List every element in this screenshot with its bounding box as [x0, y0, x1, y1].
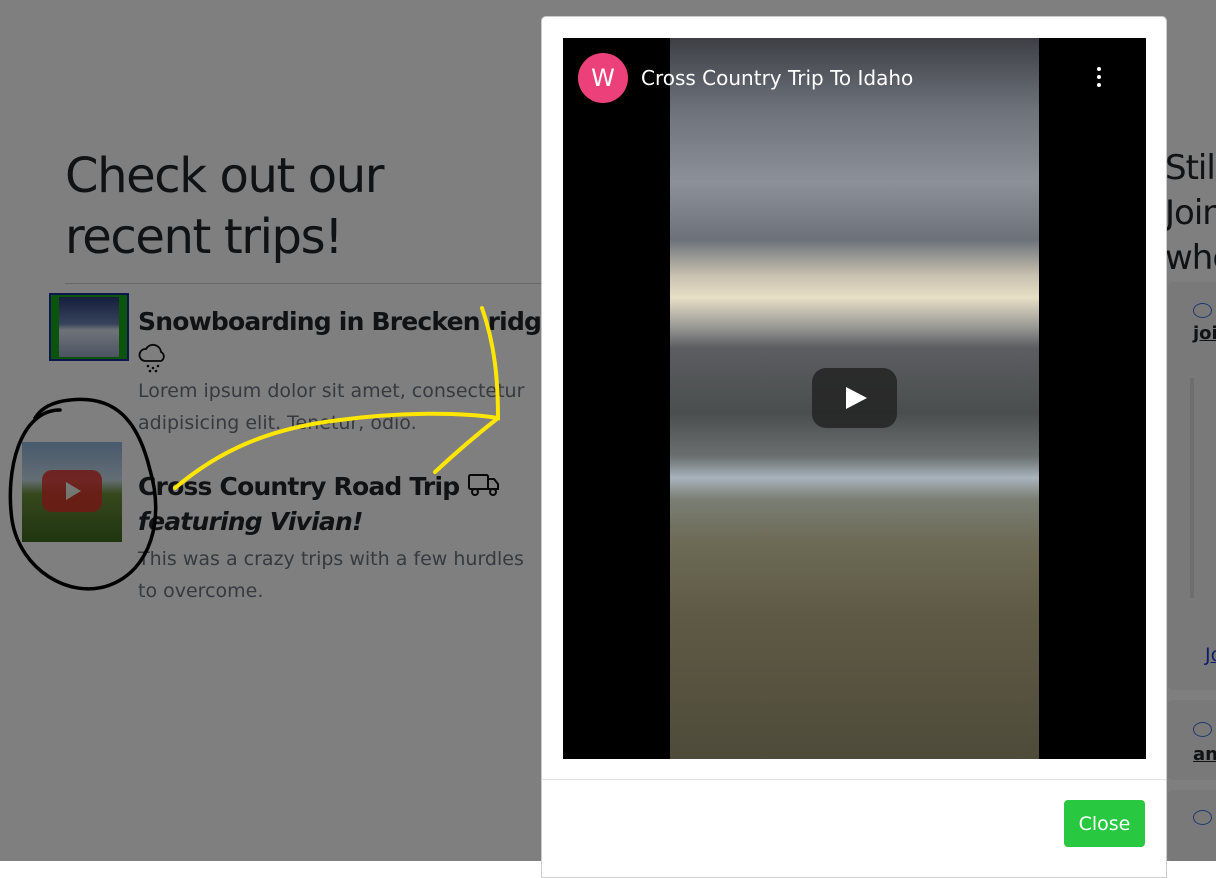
- channel-avatar[interactable]: W: [578, 53, 628, 103]
- youtube-embed[interactable]: W Cross Country Trip To Idaho: [563, 38, 1146, 759]
- more-vertical-icon[interactable]: [1096, 67, 1102, 89]
- modal-footer-divider: [542, 779, 1166, 780]
- youtube-play-icon[interactable]: [812, 368, 897, 428]
- close-button[interactable]: Close: [1064, 800, 1145, 847]
- video-title[interactable]: Cross Country Trip To Idaho: [641, 65, 913, 91]
- video-modal: W Cross Country Trip To Idaho Close: [541, 16, 1167, 878]
